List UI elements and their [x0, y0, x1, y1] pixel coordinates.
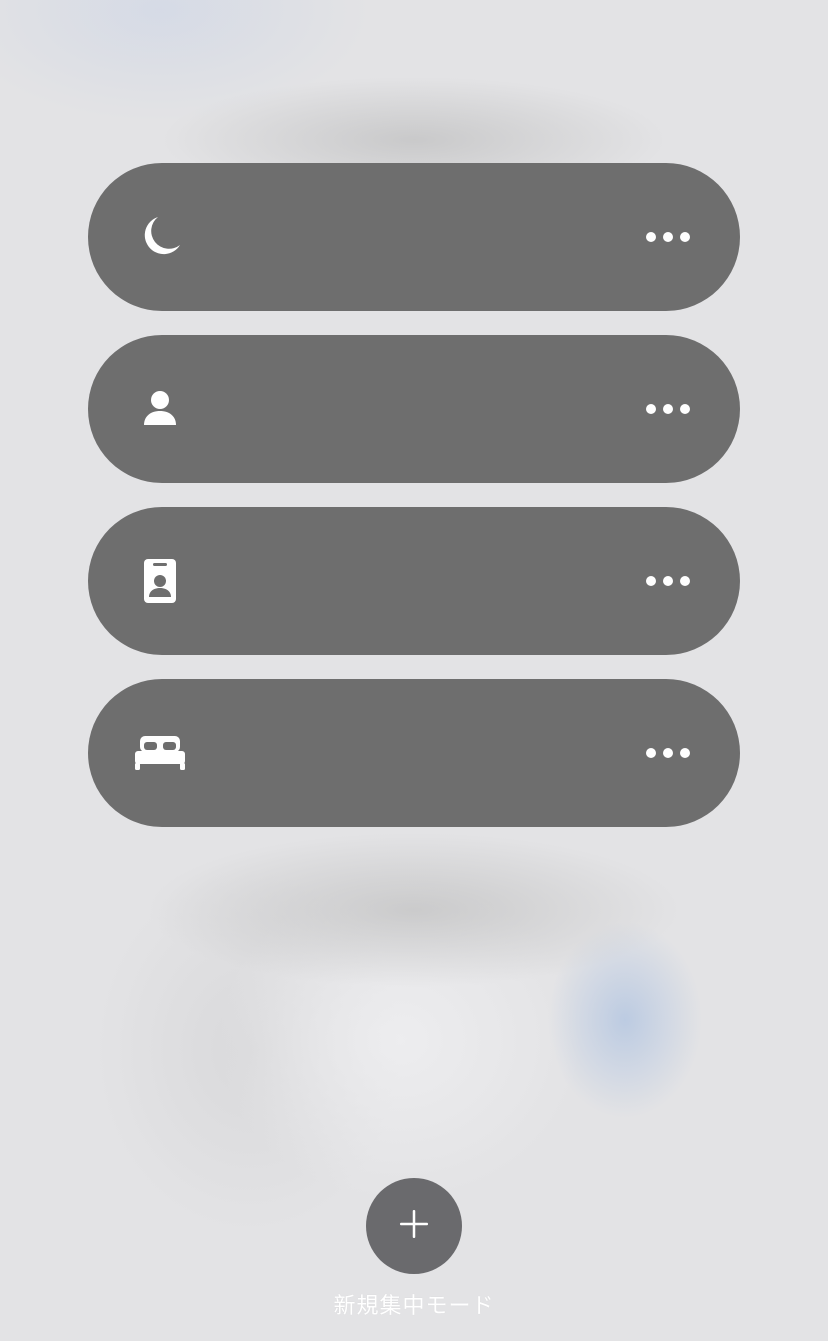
more-dot	[663, 232, 673, 242]
moon-icon	[132, 209, 188, 265]
more-options-button[interactable]	[646, 389, 690, 429]
plus-icon	[398, 1208, 430, 1244]
more-options-button[interactable]	[646, 217, 690, 257]
more-dot	[646, 576, 656, 586]
focus-mode-list	[88, 163, 740, 851]
more-dot	[646, 232, 656, 242]
id-badge-icon	[132, 553, 188, 609]
more-dot	[646, 404, 656, 414]
more-options-button[interactable]	[646, 733, 690, 773]
more-dot	[680, 748, 690, 758]
focus-mode-sleep[interactable]	[88, 163, 740, 311]
more-options-button[interactable]	[646, 561, 690, 601]
focus-mode-sleep-schedule[interactable]	[88, 679, 740, 827]
add-focus-button[interactable]	[366, 1178, 462, 1274]
add-focus-label[interactable]: 新規集中モード	[333, 1288, 494, 1320]
more-dot	[680, 232, 690, 242]
person-icon	[132, 381, 188, 437]
more-dot	[663, 576, 673, 586]
more-dot	[680, 404, 690, 414]
focus-mode-personal[interactable]	[88, 335, 740, 483]
more-dot	[680, 576, 690, 586]
focus-mode-work[interactable]	[88, 507, 740, 655]
more-dot	[663, 404, 673, 414]
add-focus-section: 新規集中モード	[0, 1178, 828, 1320]
bed-icon	[132, 725, 188, 781]
more-dot	[663, 748, 673, 758]
more-dot	[646, 748, 656, 758]
